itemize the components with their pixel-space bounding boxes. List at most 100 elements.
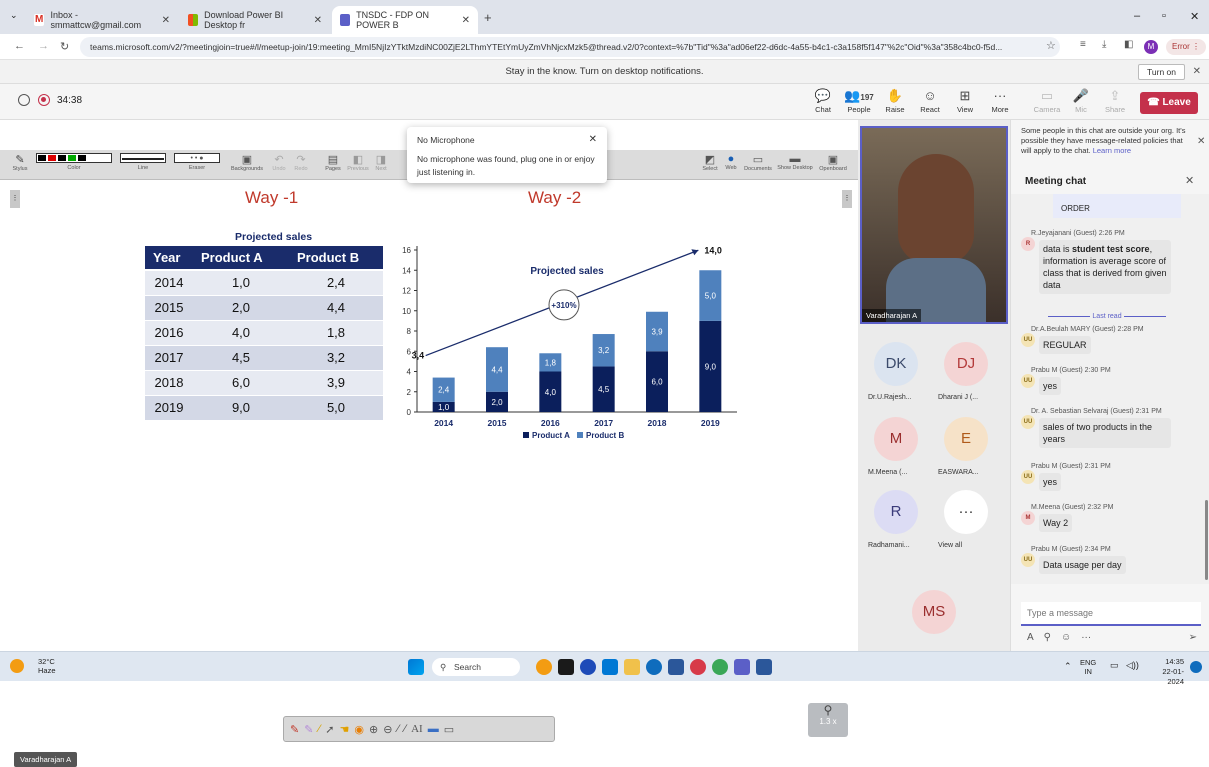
- participant-avatar[interactable]: R: [874, 490, 918, 534]
- close-icon[interactable]: ✕: [589, 134, 597, 145]
- chrome-profile-icon[interactable]: [712, 659, 728, 675]
- folder-icon[interactable]: [624, 659, 640, 675]
- right-page-handle[interactable]: ⋮: [842, 190, 852, 208]
- select-tool[interactable]: ◩ Select: [700, 153, 720, 172]
- participant-avatar[interactable]: DK: [874, 342, 918, 386]
- turn-on-button[interactable]: Turn on: [1138, 64, 1185, 80]
- web-tool[interactable]: ● Web: [722, 153, 740, 171]
- people-button[interactable]: 👥197 People: [842, 87, 876, 114]
- color-tool[interactable]: Color: [36, 153, 112, 171]
- show-desktop-tool[interactable]: ▬ Show Desktop: [776, 153, 814, 171]
- close-window-button[interactable]: ✕: [1190, 10, 1199, 23]
- participant-avatar[interactable]: ···: [944, 490, 988, 534]
- eyedropper-icon[interactable]: ⁄: [397, 723, 399, 735]
- left-page-handle[interactable]: ⋮: [10, 190, 20, 208]
- edge-icon[interactable]: [646, 659, 662, 675]
- notification-icon[interactable]: [1190, 661, 1202, 673]
- zoom-out-icon[interactable]: ⊖: [383, 723, 392, 736]
- tab-list-chevron-icon[interactable]: ⌄: [10, 10, 18, 21]
- chat-button[interactable]: 💬 Chat: [806, 87, 840, 114]
- text-icon[interactable]: AI: [411, 723, 423, 735]
- mic-button[interactable]: 🎤 Mic: [1064, 87, 1098, 114]
- tab-gmail[interactable]: M Inbox - smmattcw@gmail.com ✕: [26, 6, 178, 34]
- volume-icon[interactable]: ◁)): [1126, 660, 1139, 671]
- participant-avatar[interactable]: E: [944, 417, 988, 461]
- attach-icon[interactable]: ⚲: [1044, 632, 1051, 643]
- widgets-icon[interactable]: [536, 659, 552, 675]
- zoom-indicator[interactable]: ⚲ 1.3 x: [808, 703, 848, 737]
- participant-avatar[interactable]: M: [874, 417, 918, 461]
- board-icon[interactable]: ▬: [428, 723, 439, 735]
- url-field[interactable]: teams.microsoft.com/v2/?meetingjoin=true…: [80, 37, 1060, 57]
- more-options-icon[interactable]: ···: [1081, 632, 1091, 643]
- learn-more-link[interactable]: Learn more: [1093, 146, 1131, 155]
- clock[interactable]: 14:35 22-01-2024: [1150, 657, 1184, 687]
- zoom-in-icon[interactable]: ⊕: [369, 723, 378, 736]
- new-tab-button[interactable]: +: [484, 10, 492, 25]
- reading-list-icon[interactable]: ≡: [1080, 39, 1086, 50]
- language-indicator[interactable]: ENG IN: [1080, 658, 1096, 676]
- pen-icon[interactable]: ✎: [290, 723, 299, 736]
- restore-button[interactable]: ▫: [1162, 10, 1166, 22]
- format-icon[interactable]: A: [1027, 632, 1034, 643]
- star-icon[interactable]: ☆: [1046, 39, 1056, 52]
- close-icon[interactable]: ✕: [1193, 60, 1201, 84]
- pointer-icon[interactable]: ➚: [325, 723, 334, 736]
- tab-powerbi[interactable]: Download Power BI Desktop fr ✕: [180, 6, 330, 34]
- more-button[interactable]: ··· More: [983, 87, 1017, 114]
- stylus-tool[interactable]: ✎ Stylus: [10, 153, 30, 172]
- chrome-icon[interactable]: [690, 659, 706, 675]
- video-tile[interactable]: Varadharajan A: [860, 126, 1008, 324]
- error-button[interactable]: Error ⋮: [1166, 39, 1207, 55]
- raise-button[interactable]: ✋ Raise: [878, 87, 912, 114]
- chat-scrollbar[interactable]: [1205, 500, 1208, 580]
- share-button[interactable]: ⇪ Share: [1098, 87, 1132, 114]
- eraser-tool[interactable]: • • ● Eraser: [174, 153, 220, 171]
- redo-tool[interactable]: ↷ Redo: [292, 153, 310, 172]
- chevron-up-icon[interactable]: ⌃: [1064, 661, 1072, 672]
- documents-tool[interactable]: ▭ Documents: [742, 153, 774, 172]
- close-icon[interactable]: ✕: [1185, 174, 1194, 187]
- close-icon[interactable]: ✕: [462, 15, 470, 26]
- participant-avatar[interactable]: DJ: [944, 342, 988, 386]
- file-explorer-icon[interactable]: [602, 659, 618, 675]
- undo-tool[interactable]: ↶ Undo: [270, 153, 288, 172]
- laser-icon[interactable]: ◉: [354, 723, 364, 736]
- marker-icon[interactable]: ⁄: [318, 723, 320, 735]
- leave-button[interactable]: ☎ Leave: [1140, 92, 1198, 114]
- emoji-icon[interactable]: ☺: [1061, 632, 1071, 643]
- view-button[interactable]: ⊞ View: [948, 87, 982, 114]
- network-icon[interactable]: ▭: [1110, 660, 1119, 671]
- message-input[interactable]: Type a message: [1021, 602, 1201, 626]
- weather-icon[interactable]: [10, 659, 24, 673]
- back-icon[interactable]: ←: [14, 40, 25, 52]
- taskbar-search[interactable]: ⚲ Search: [432, 658, 520, 676]
- chat-app-icon[interactable]: [580, 659, 596, 675]
- weather-widget[interactable]: 32°C Haze: [38, 657, 56, 675]
- teams-taskbar-icon[interactable]: [734, 659, 750, 675]
- profile-avatar[interactable]: M: [1144, 40, 1158, 54]
- line-tool[interactable]: Line: [120, 153, 166, 171]
- keyboard-icon[interactable]: ▭: [444, 723, 454, 736]
- reload-icon[interactable]: ↻: [60, 40, 69, 53]
- task-view-icon[interactable]: [558, 659, 574, 675]
- forward-icon[interactable]: →: [38, 40, 49, 52]
- pages-tool[interactable]: ▤ Pages: [322, 153, 344, 172]
- highlighter-icon[interactable]: ✎: [304, 723, 313, 736]
- send-icon[interactable]: ➢: [1189, 632, 1197, 643]
- tab-teams[interactable]: TNSDC - FDP ON POWER B ✕: [332, 6, 478, 34]
- download-icon[interactable]: ⤓: [1102, 39, 1106, 50]
- windows-start-icon[interactable]: [408, 659, 424, 675]
- next-tool[interactable]: ◨ Next: [372, 153, 390, 172]
- hand-icon[interactable]: ☚: [340, 723, 350, 736]
- backgrounds-tool[interactable]: ▣ Backgrounds: [230, 153, 264, 172]
- previous-tool[interactable]: ◧ Previous: [346, 153, 370, 172]
- react-button[interactable]: ☺ React: [913, 87, 947, 114]
- close-icon[interactable]: ✕: [162, 15, 170, 26]
- close-icon[interactable]: ✕: [314, 15, 322, 26]
- line-icon[interactable]: ∕: [404, 723, 406, 735]
- camera-button[interactable]: ▭ Camera: [1030, 87, 1064, 114]
- openboard-tool[interactable]: ▣ Openboard: [816, 153, 850, 172]
- word-icon[interactable]: [756, 659, 772, 675]
- store-icon[interactable]: [668, 659, 684, 675]
